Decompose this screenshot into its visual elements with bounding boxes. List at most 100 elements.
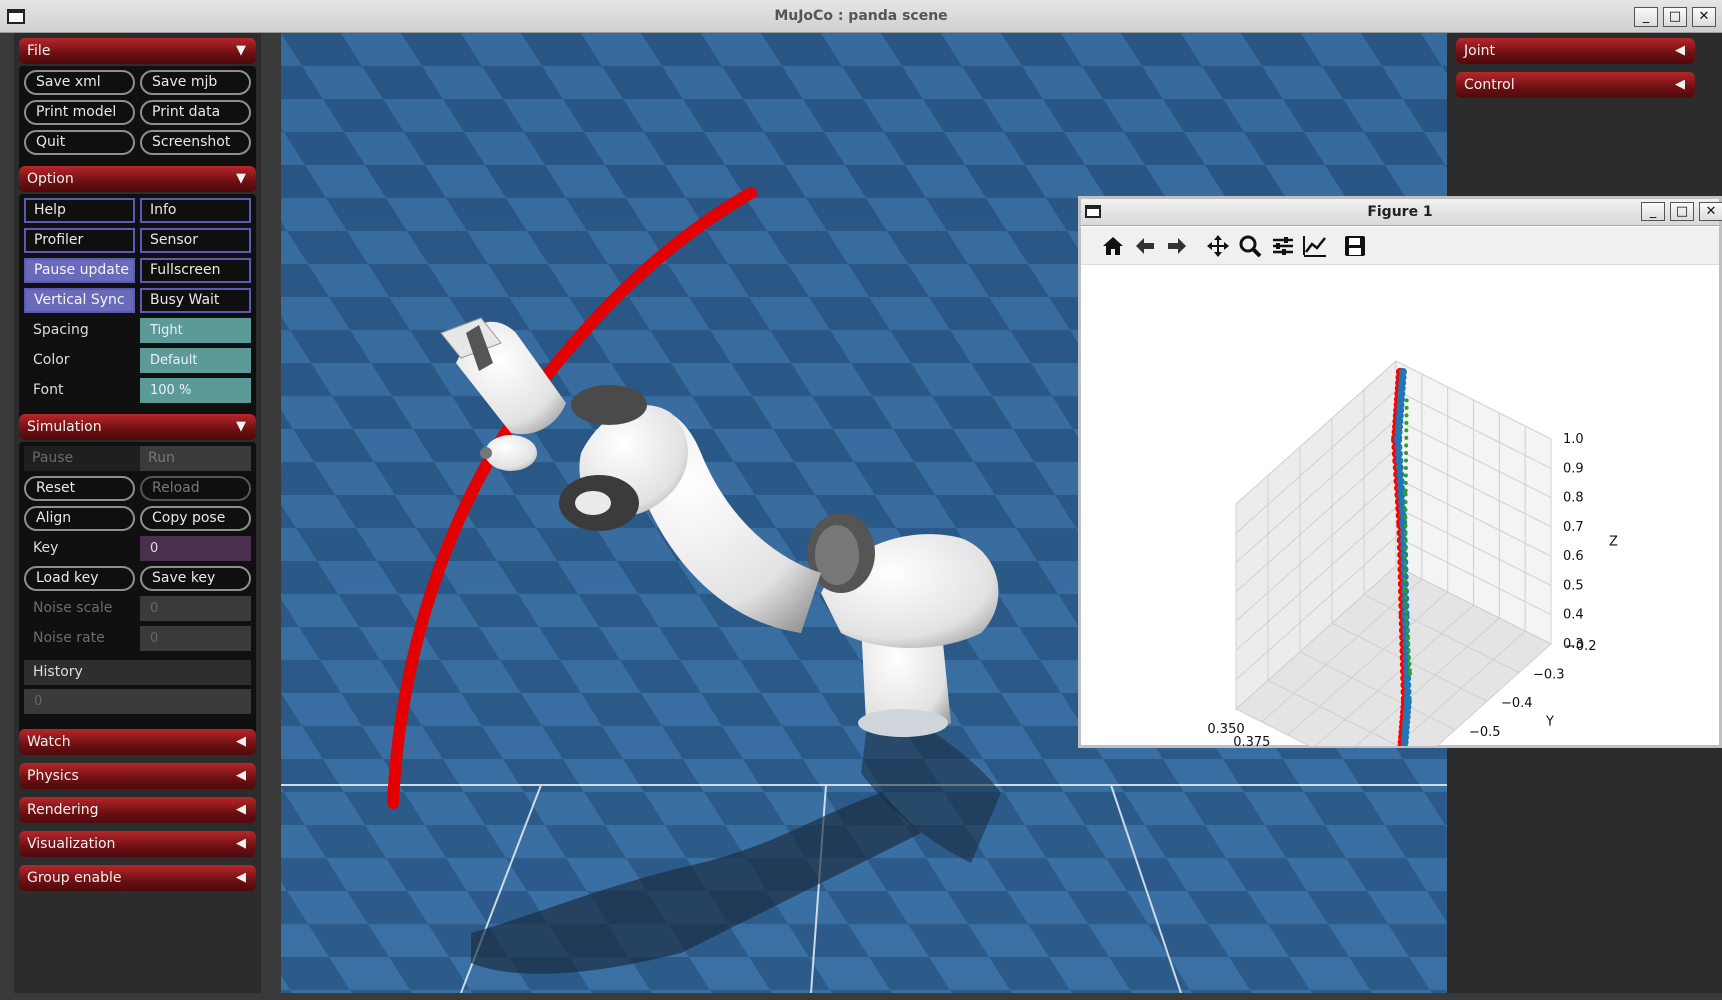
- run-radio[interactable]: Run: [140, 446, 251, 471]
- option-body: Help Info Profiler Sensor Pause update F…: [19, 194, 256, 436]
- section-file[interactable]: File ▼: [19, 38, 256, 64]
- data-point: [1406, 655, 1411, 660]
- save-key-button[interactable]: Save key: [140, 566, 251, 591]
- section-watch-label: Watch: [27, 734, 71, 750]
- section-joint[interactable]: Joint ◀: [1456, 38, 1695, 64]
- print-data-button[interactable]: Print data: [140, 100, 251, 125]
- section-rendering[interactable]: Rendering ◀: [19, 797, 256, 823]
- reload-button[interactable]: Reload: [140, 476, 251, 501]
- noise-scale-slider[interactable]: 0: [140, 596, 251, 621]
- section-physics-label: Physics: [27, 768, 79, 784]
- section-visualization[interactable]: Visualization ◀: [19, 831, 256, 857]
- figure-close-button[interactable]: ✕: [1699, 202, 1722, 221]
- left-ui-panel: File ▼ Save xml Save mjb Print model Pri…: [14, 33, 261, 993]
- edit-curves-icon[interactable]: [1301, 232, 1329, 260]
- expand-left-icon: ◀: [1675, 43, 1685, 58]
- font-select[interactable]: 100 %: [140, 378, 251, 403]
- maximize-button[interactable]: □: [1663, 7, 1687, 27]
- z-tick-label: 0.3: [1563, 637, 1584, 652]
- pause-radio[interactable]: Pause: [24, 446, 140, 471]
- section-group-enable[interactable]: Group enable ◀: [19, 865, 256, 891]
- section-group-enable-label: Group enable: [27, 870, 122, 886]
- vertical-sync-checkbox[interactable]: Vertical Sync: [24, 288, 135, 313]
- z-tick-label: 0.7: [1563, 520, 1584, 535]
- data-point: [1403, 602, 1408, 607]
- data-point: [1394, 436, 1402, 445]
- section-simulation[interactable]: Simulation ▼: [19, 414, 256, 440]
- busy-wait-checkbox[interactable]: Busy Wait: [140, 288, 251, 313]
- section-control[interactable]: Control ◀: [1456, 72, 1695, 98]
- section-visualization-label: Visualization: [27, 836, 116, 852]
- expand-down-icon: ▼: [236, 43, 246, 58]
- figure-maximize-button[interactable]: □: [1670, 202, 1694, 221]
- noise-rate-slider[interactable]: 0: [140, 626, 251, 651]
- align-button[interactable]: Align: [24, 506, 135, 531]
- spacing-label: Spacing: [33, 322, 89, 338]
- minimize-button[interactable]: _: [1634, 7, 1658, 27]
- data-point: [1403, 687, 1412, 696]
- close-button[interactable]: ✕: [1692, 7, 1716, 27]
- save-xml-button[interactable]: Save xml: [24, 70, 135, 95]
- data-point: [1403, 473, 1408, 478]
- data-point: [1403, 546, 1408, 551]
- screenshot-button[interactable]: Screenshot: [140, 130, 251, 155]
- color-label: Color: [33, 352, 70, 368]
- data-point: [1396, 470, 1405, 479]
- noise-scale-label: Noise scale: [33, 600, 113, 616]
- help-checkbox[interactable]: Help: [24, 198, 135, 223]
- section-watch[interactable]: Watch ◀: [19, 729, 256, 755]
- expand-left-icon: ◀: [236, 768, 246, 783]
- save-figure-icon[interactable]: [1341, 232, 1369, 260]
- sensor-checkbox[interactable]: Sensor: [140, 228, 251, 253]
- section-option[interactable]: Option ▼: [19, 166, 256, 192]
- quit-button[interactable]: Quit: [24, 130, 135, 155]
- data-point: [1404, 443, 1409, 448]
- info-checkbox[interactable]: Info: [140, 198, 251, 223]
- key-slider[interactable]: 0: [140, 536, 251, 561]
- home-icon[interactable]: [1099, 232, 1127, 260]
- back-icon[interactable]: [1131, 232, 1159, 260]
- data-point: [1403, 500, 1408, 505]
- section-physics[interactable]: Physics ◀: [19, 763, 256, 789]
- z-tick-label: 0.5: [1563, 578, 1584, 593]
- data-point: [1406, 641, 1411, 646]
- profiler-checkbox[interactable]: Profiler: [24, 228, 135, 253]
- section-joint-label: Joint: [1464, 43, 1495, 59]
- 3d-scatter-plot[interactable]: 0.3500.3750.4000.4250.4500.4750.500−0.2−…: [1081, 266, 1719, 746]
- configure-subplots-icon[interactable]: [1269, 232, 1297, 260]
- data-point: [1404, 615, 1409, 620]
- pause-update-checkbox[interactable]: Pause update: [24, 258, 135, 283]
- color-select[interactable]: Default: [140, 348, 251, 373]
- save-mjb-button[interactable]: Save mjb: [140, 70, 251, 95]
- load-key-button[interactable]: Load key: [24, 566, 135, 591]
- spacing-select[interactable]: Tight: [140, 318, 251, 343]
- figure-minimize-button[interactable]: _: [1641, 202, 1665, 221]
- reset-button[interactable]: Reset: [24, 476, 135, 501]
- y-tick-label: −0.3: [1533, 668, 1565, 683]
- data-point: [1395, 463, 1404, 472]
- figure-window[interactable]: Figure 1 _ □ ✕ 0.3500.3750.4000.4250.450…: [1078, 196, 1722, 748]
- window-title: MuJoCo : panda scene: [774, 8, 948, 24]
- data-point: [1403, 681, 1412, 690]
- expand-left-icon: ◀: [1675, 77, 1685, 92]
- print-model-button[interactable]: Print model: [24, 100, 135, 125]
- data-point: [1404, 458, 1409, 463]
- data-point: [1405, 628, 1410, 633]
- history-slider[interactable]: 0: [24, 689, 251, 714]
- pan-icon[interactable]: [1204, 232, 1232, 260]
- zoom-icon[interactable]: [1236, 232, 1264, 260]
- data-point: [1404, 450, 1409, 455]
- forward-icon[interactable]: [1163, 232, 1191, 260]
- data-point: [1402, 585, 1407, 590]
- data-point: [1394, 443, 1403, 452]
- expand-down-icon: ▼: [236, 171, 246, 186]
- copy-pose-button[interactable]: Copy pose: [140, 506, 251, 531]
- section-option-label: Option: [27, 171, 74, 187]
- z-tick-label: 1.0: [1563, 432, 1584, 447]
- data-point: [1404, 420, 1409, 425]
- data-point: [1403, 538, 1408, 543]
- section-simulation-label: Simulation: [27, 419, 102, 435]
- z-axis-label: Z: [1609, 535, 1618, 550]
- expand-left-icon: ◀: [236, 734, 246, 749]
- fullscreen-checkbox[interactable]: Fullscreen: [140, 258, 251, 283]
